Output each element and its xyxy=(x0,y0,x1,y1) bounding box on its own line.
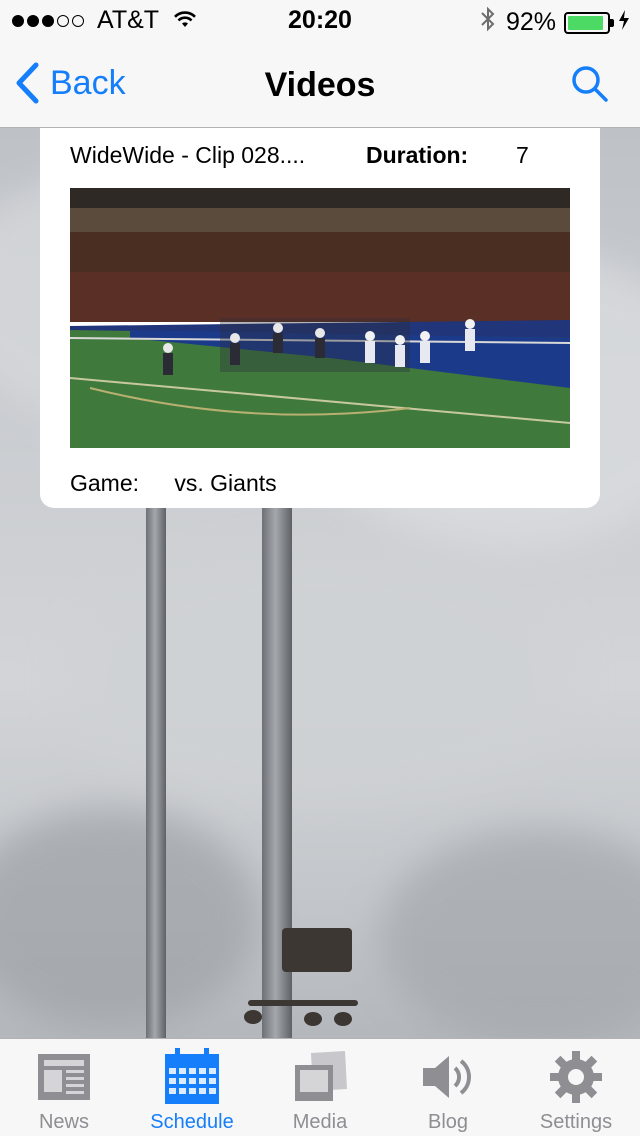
video-card[interactable]: WideWide - Clip 028.... Duration: 7 Game… xyxy=(40,128,600,508)
bluetooth-icon xyxy=(480,6,496,39)
football-field-image xyxy=(70,188,570,448)
tab-settings[interactable]: Settings xyxy=(512,1039,640,1136)
tab-label: News xyxy=(38,1111,89,1133)
tab-label: Schedule xyxy=(150,1111,234,1133)
video-thumbnail[interactable] xyxy=(70,188,570,448)
tab-blog[interactable]: Blog xyxy=(384,1039,512,1136)
tab-label: Blog xyxy=(427,1111,469,1133)
clip-title: WideWide - Clip 028.... xyxy=(70,142,306,168)
battery-percent: 92% xyxy=(505,8,556,36)
light-pole-left xyxy=(146,508,166,1038)
navigation-bar: Back Videos xyxy=(0,40,640,128)
battery-icon xyxy=(564,11,614,34)
bolt-icon xyxy=(618,8,630,37)
calendar-icon xyxy=(162,1047,222,1107)
duration-label: Duration: xyxy=(366,142,469,168)
status-bar: AT&T 20:20 92% xyxy=(0,0,640,40)
tab-bar: News Schedule Media Blog Settings xyxy=(0,1038,640,1136)
tab-media[interactable]: Media xyxy=(256,1039,384,1136)
newspaper-icon xyxy=(34,1047,94,1107)
tab-label: Media xyxy=(292,1111,348,1133)
game-label: Game: xyxy=(70,470,140,496)
tab-news[interactable]: News xyxy=(0,1039,128,1136)
search-icon xyxy=(572,66,608,102)
page-title: Videos xyxy=(264,66,376,104)
speaker-box xyxy=(282,928,352,972)
gear-icon xyxy=(546,1047,606,1107)
tab-schedule[interactable]: Schedule xyxy=(128,1039,256,1136)
search-button[interactable] xyxy=(570,64,610,109)
media-icon xyxy=(290,1047,350,1107)
tab-label: Settings xyxy=(539,1111,613,1133)
speaker-icon xyxy=(418,1047,478,1107)
game-value: vs. Giants xyxy=(174,470,277,496)
duration-value: 7 xyxy=(516,142,529,168)
